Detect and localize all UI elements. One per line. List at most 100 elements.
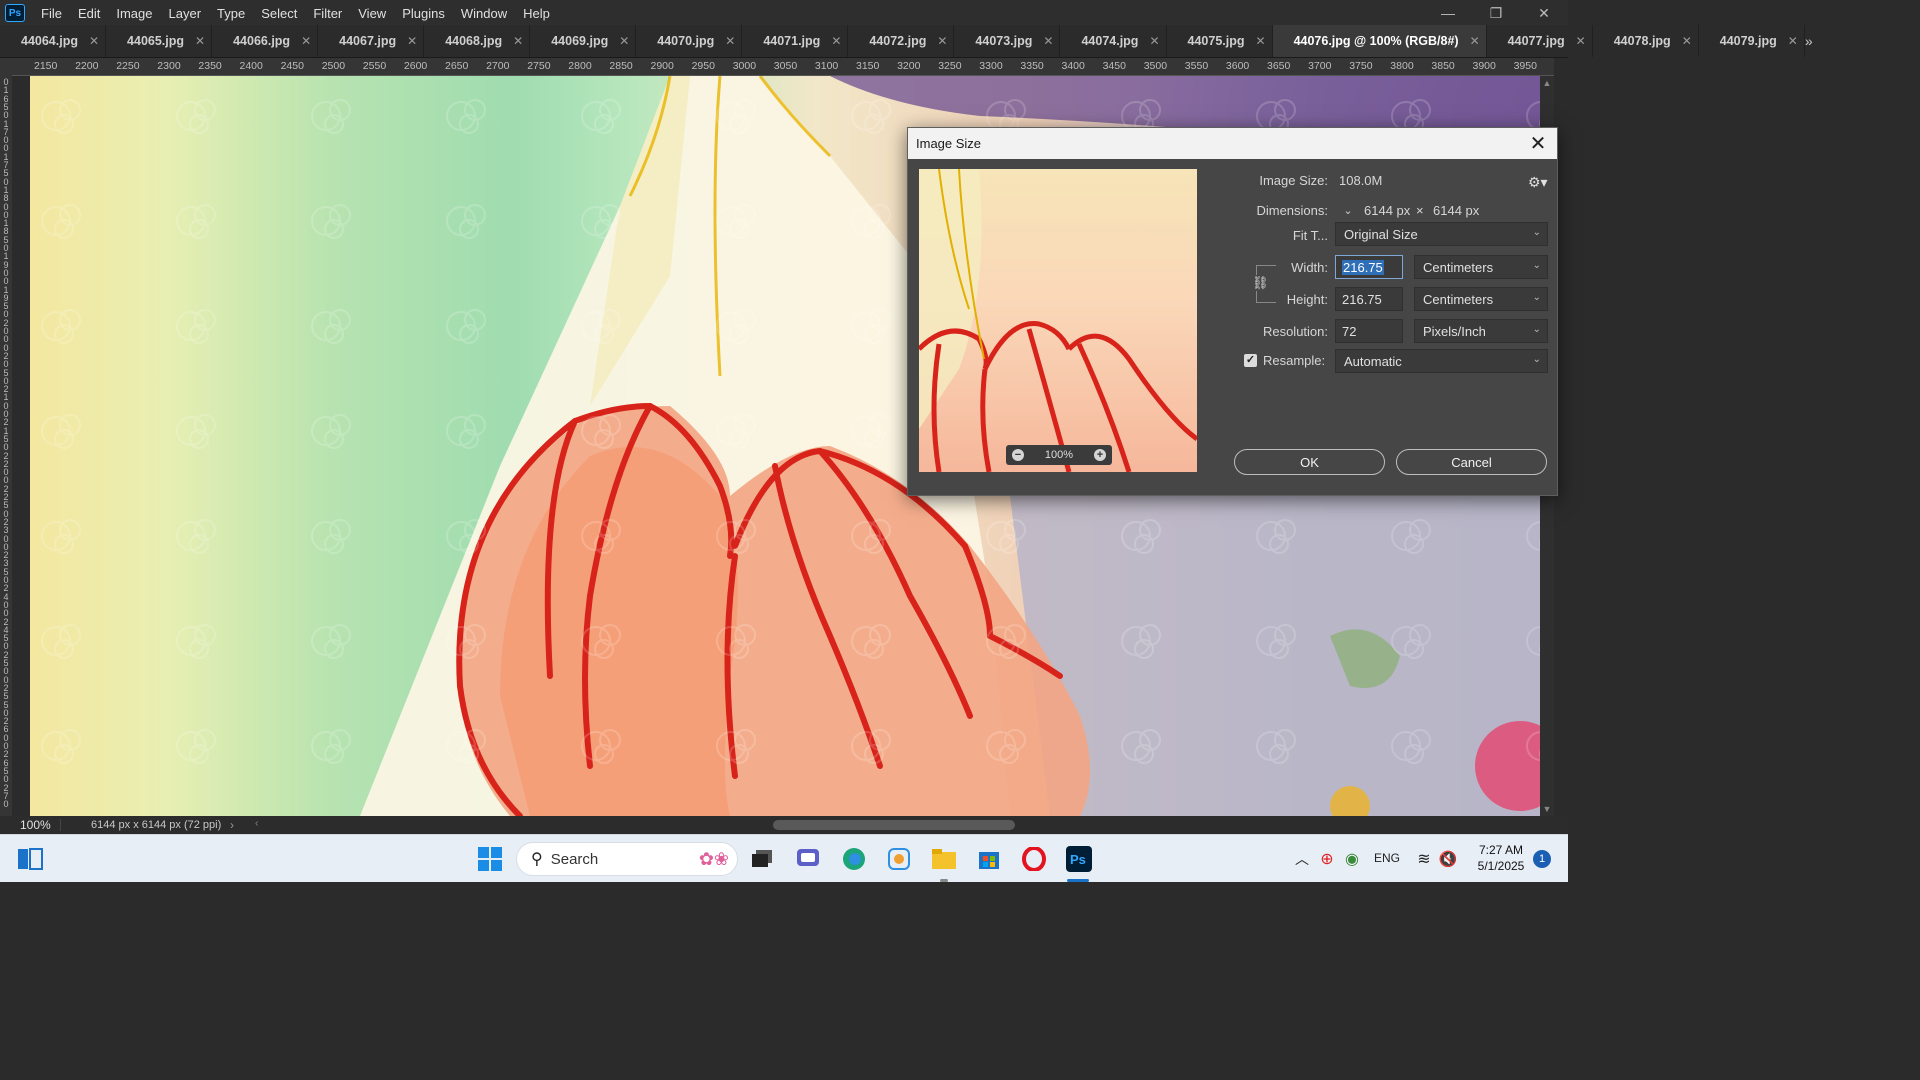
tab-close-icon[interactable]: ✕: [513, 34, 523, 48]
document-tab[interactable]: 44064.jpg ✕: [0, 25, 107, 57]
tab-close-icon[interactable]: ✕: [619, 34, 629, 48]
document-tab[interactable]: 44067.jpg ✕: [318, 25, 425, 57]
volume-muted-icon[interactable]: 🔇: [1434, 845, 1462, 873]
document-tab[interactable]: 44071.jpg ✕: [742, 25, 849, 57]
document-tab[interactable]: 44075.jpg ✕: [1166, 25, 1273, 57]
tab-close-icon[interactable]: ✕: [1256, 34, 1266, 48]
tab-label: 44074.jpg: [1081, 34, 1139, 48]
ruler-tick-label: 2150: [34, 60, 58, 72]
horizontal-scroll-thumb[interactable]: [773, 820, 1015, 830]
resample-label: Resample:: [1263, 353, 1326, 368]
document-tab[interactable]: 44070.jpg ✕: [636, 25, 743, 57]
tab-label: 44067.jpg: [339, 34, 397, 48]
menu-edit[interactable]: Edit: [70, 0, 108, 26]
constrain-proportions-link-icon[interactable]: ⛓: [1252, 275, 1269, 291]
tab-label: 44076.jpg @ 100% (RGB/8#): [1293, 34, 1459, 48]
image-preview[interactable]: − 100% +: [919, 169, 1197, 472]
scroll-down-icon[interactable]: ▼: [1542, 804, 1552, 814]
file-explorer-icon[interactable]: [930, 845, 958, 873]
resample-dropdown[interactable]: Automatic ⌄: [1335, 349, 1548, 373]
scroll-left-icon[interactable]: ‹: [255, 818, 258, 829]
menu-file[interactable]: File: [33, 0, 70, 26]
widgets-icon[interactable]: [16, 845, 44, 873]
microsoft-store-icon[interactable]: [975, 845, 1003, 873]
resample-checkbox[interactable]: ✓: [1244, 354, 1257, 367]
input-language-indicator[interactable]: ENG: [1374, 851, 1400, 865]
status-menu-arrow-icon[interactable]: ›: [230, 818, 250, 832]
width-input[interactable]: 216.75: [1335, 255, 1403, 279]
tab-close-icon[interactable]: ✕: [1043, 34, 1053, 48]
notification-badge[interactable]: 1: [1533, 850, 1551, 868]
start-windows-icon[interactable]: [476, 845, 504, 873]
horizontal-scrollbar[interactable]: ‹: [255, 818, 1540, 832]
document-tab[interactable]: 44073.jpg ✕: [954, 25, 1061, 57]
height-unit-dropdown[interactable]: Centimeters ⌄: [1414, 287, 1548, 311]
copilot-icon[interactable]: [885, 845, 913, 873]
tab-close-icon[interactable]: ✕: [407, 34, 417, 48]
tab-close-icon[interactable]: ✕: [937, 34, 947, 48]
document-tab[interactable]: 44078.jpg ✕: [1592, 25, 1699, 57]
dimensions-dropdown-icon[interactable]: ⌄: [1340, 204, 1356, 218]
ruler-tick-digit: 0: [3, 799, 9, 810]
document-tab[interactable]: 44068.jpg ✕: [424, 25, 531, 57]
tab-close-icon[interactable]: ✕: [89, 34, 99, 48]
document-tab[interactable]: 44074.jpg ✕: [1060, 25, 1167, 57]
restore-button[interactable]: ❐: [1472, 0, 1520, 26]
fit-to-dropdown[interactable]: Original Size ⌄: [1335, 222, 1548, 246]
ok-button[interactable]: OK: [1234, 449, 1385, 475]
opera-browser-icon[interactable]: [1020, 845, 1048, 873]
scroll-up-icon[interactable]: ▲: [1542, 78, 1552, 88]
settings-gear-icon[interactable]: ⚙▾: [1528, 174, 1548, 191]
height-input[interactable]: 216.75: [1335, 287, 1403, 311]
tab-close-icon[interactable]: ✕: [1470, 34, 1480, 48]
document-tab[interactable]: 44066.jpg ✕: [212, 25, 319, 57]
dialog-close-button[interactable]: ✕: [1527, 132, 1549, 155]
tab-close-icon[interactable]: ✕: [1788, 34, 1798, 48]
status-bar: 100% 6144 px x 6144 px (72 ppi) › ‹: [0, 816, 1568, 834]
menu-layer[interactable]: Layer: [161, 0, 210, 26]
menu-window[interactable]: Window: [453, 0, 515, 26]
edge-browser-icon[interactable]: [840, 845, 868, 873]
menu-image[interactable]: Image: [108, 0, 160, 26]
tab-overflow-icon[interactable]: »: [1805, 25, 1813, 57]
zoom-level-field[interactable]: 100%: [0, 818, 60, 832]
zoom-out-icon[interactable]: −: [1012, 449, 1024, 461]
resolution-input[interactable]: 72: [1335, 319, 1403, 343]
resolution-unit-dropdown[interactable]: Pixels/Inch ⌄: [1414, 319, 1548, 343]
vpn-tray-icon[interactable]: ⊕: [1313, 845, 1341, 873]
document-tab[interactable]: 44072.jpg ✕: [848, 25, 955, 57]
document-tab[interactable]: 44077.jpg ✕: [1486, 25, 1593, 57]
network-globe-tray-icon[interactable]: ◉: [1338, 845, 1366, 873]
document-tab[interactable]: 44076.jpg @ 100% (RGB/8#) ✕: [1272, 25, 1487, 57]
tab-close-icon[interactable]: ✕: [1682, 34, 1692, 48]
taskbar-search-box[interactable]: ⚲ Search ✿❀: [516, 842, 738, 876]
tab-close-icon[interactable]: ✕: [725, 34, 735, 48]
taskbar-clock[interactable]: 7:27 AM 5/1/2025: [1470, 842, 1532, 874]
close-window-button[interactable]: ✕: [1520, 0, 1568, 26]
width-unit-dropdown[interactable]: Centimeters ⌄: [1414, 255, 1548, 279]
search-icon: ⚲: [531, 851, 543, 868]
tab-close-icon[interactable]: ✕: [831, 34, 841, 48]
document-tab[interactable]: 44079.jpg ✕: [1698, 25, 1805, 57]
tab-close-icon[interactable]: ✕: [1149, 34, 1159, 48]
menu-filter[interactable]: Filter: [305, 0, 350, 26]
ruler-tick-label: 3200: [897, 60, 921, 72]
minimize-button[interactable]: —: [1424, 0, 1472, 26]
menu-help[interactable]: Help: [515, 0, 558, 26]
photoshop-taskbar-icon[interactable]: Ps: [1065, 845, 1093, 873]
tab-close-icon[interactable]: ✕: [195, 34, 205, 48]
menu-view[interactable]: View: [350, 0, 394, 26]
document-tab[interactable]: 44065.jpg ✕: [106, 25, 213, 57]
tab-close-icon[interactable]: ✕: [301, 34, 311, 48]
menu-plugins[interactable]: Plugins: [394, 0, 453, 26]
chevron-down-icon: ⌄: [1532, 260, 1541, 271]
task-view-icon[interactable]: [748, 845, 776, 873]
menu-type[interactable]: Type: [209, 0, 253, 26]
document-tab[interactable]: 44069.jpg ✕: [530, 25, 637, 57]
cancel-button[interactable]: Cancel: [1396, 449, 1547, 475]
menu-select[interactable]: Select: [253, 0, 305, 26]
zoom-in-icon[interactable]: +: [1093, 449, 1106, 461]
show-hidden-icons-chevron-icon[interactable]: ︿: [1288, 845, 1316, 873]
chat-icon[interactable]: [794, 845, 822, 873]
tab-close-icon[interactable]: ✕: [1576, 34, 1586, 48]
